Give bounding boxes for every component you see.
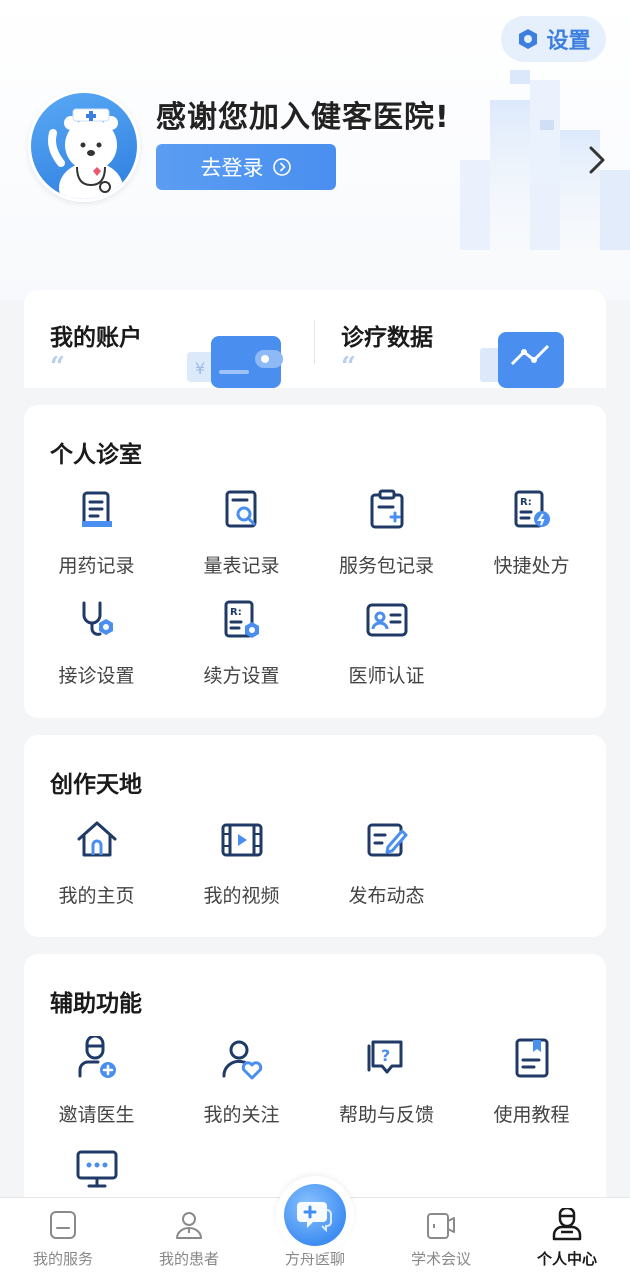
ark-chat-center-button[interactable]: [276, 1176, 354, 1254]
arrow-circle-icon: [272, 158, 291, 176]
tutorial-label: 使用教程: [493, 1104, 570, 1126]
publish-post-label: 发布动态: [348, 885, 425, 907]
service-package-entry[interactable]: 服务包记录: [314, 487, 459, 587]
chevron-right-icon[interactable]: [584, 144, 610, 176]
quote-icon: “: [341, 352, 356, 382]
tab-my-patients-label: 我的患者: [158, 1250, 219, 1268]
bear-doctor-avatar-icon: [48, 108, 123, 199]
svg-text:R:: R:: [520, 497, 532, 508]
help-feedback-entry[interactable]: ? 帮助与反馈: [314, 1036, 459, 1136]
quick-prescription-icon: R:: [514, 490, 550, 528]
invite-doctor-icon: [78, 1036, 116, 1078]
follow-heart-icon: [222, 1040, 262, 1080]
doctor-certification-entry[interactable]: 医师认证: [314, 597, 459, 697]
svg-text:R:: R:: [230, 607, 242, 618]
medication-record-label: 用药记录: [58, 555, 135, 577]
service-icon: [50, 1211, 76, 1239]
tab-personal-center-label: 个人中心: [536, 1250, 597, 1268]
svg-text:?: ?: [381, 1046, 390, 1065]
creation-title: 创作天地: [50, 772, 142, 798]
message-screen-icon: [76, 1150, 117, 1188]
quick-prescription-entry[interactable]: R: 快捷处方: [459, 487, 604, 587]
invite-doctor-entry[interactable]: 邀请医生: [24, 1036, 169, 1136]
my-follow-label: 我的关注: [203, 1104, 280, 1126]
tab-personal-center[interactable]: 个人中心: [504, 1198, 630, 1280]
hexagon-settings-icon: [519, 29, 538, 49]
my-homepage-label: 我的主页: [58, 885, 135, 907]
scale-record-entry[interactable]: 量表记录: [169, 487, 314, 587]
diagnosis-data-entry[interactable]: 诊疗数据 “: [315, 290, 606, 388]
renewal-settings-entry[interactable]: R: 续方设置: [169, 597, 314, 697]
personal-clinic-card: 个人诊室 用药记录 量表记录 服务包记录 R: 快捷处方 接诊设置 R: 续方设…: [24, 405, 606, 718]
help-feedback-label: 帮助与反馈: [338, 1104, 434, 1126]
my-account-entry[interactable]: 我的账户 “ ¥: [24, 290, 315, 388]
creation-card: 创作天地 我的主页 我的视频 发布动态: [24, 735, 606, 937]
publish-post-entry[interactable]: 发布动态: [314, 817, 459, 917]
my-video-entry[interactable]: 我的视频: [169, 817, 314, 917]
help-feedback-icon: ?: [367, 1040, 402, 1074]
patient-icon: [176, 1212, 202, 1239]
personal-clinic-title: 个人诊室: [50, 442, 142, 468]
tab-my-service-label: 我的服务: [32, 1250, 93, 1268]
home-icon: [77, 821, 116, 857]
settings-label: 设置: [546, 29, 591, 54]
doctor-certification-label: 医师认证: [348, 665, 425, 687]
login-label: 去登录: [200, 156, 264, 180]
profile-header: 设置 感谢您加入健客医院! 去登录: [0, 0, 630, 300]
tab-my-service[interactable]: 我的服务: [0, 1198, 126, 1280]
tab-academic-meeting-label: 学术会议: [410, 1250, 471, 1268]
meeting-video-icon: [427, 1213, 455, 1239]
profile-icon: [552, 1208, 582, 1241]
my-video-label: 我的视频: [203, 885, 280, 907]
wallet-icon: ¥: [187, 336, 283, 388]
scale-record-icon: [225, 490, 256, 528]
medication-record-icon: [81, 491, 112, 527]
renewal-settings-label: 续方设置: [203, 665, 280, 687]
svg-text:¥: ¥: [195, 359, 205, 378]
ark-chat-bubble: [284, 1184, 346, 1246]
tutorial-book-icon: [515, 1038, 548, 1078]
chart-board-icon: [480, 332, 564, 388]
tab-academic-meeting[interactable]: 学术会议: [378, 1198, 504, 1280]
invite-doctor-label: 邀请医生: [58, 1104, 135, 1126]
assist-card: 辅助功能 邀请医生 我的关注 ? 帮助与反馈 使用教程: [24, 954, 606, 1214]
stethoscope-settings-label: 接诊设置: [58, 665, 135, 687]
login-button[interactable]: 去登录: [156, 144, 336, 190]
summary-card: 我的账户 “ ¥ 诊疗数据 “: [24, 290, 606, 388]
edit-post-icon: [367, 823, 407, 857]
diagnosis-data-title: 诊疗数据: [341, 325, 433, 351]
scale-record-label: 量表记录: [203, 555, 280, 577]
my-follow-entry[interactable]: 我的关注: [169, 1036, 314, 1136]
renewal-settings-icon: R:: [224, 600, 259, 638]
quote-icon: “: [50, 352, 65, 382]
my-homepage-entry[interactable]: 我的主页: [24, 817, 169, 917]
medication-record-entry[interactable]: 用药记录: [24, 487, 169, 587]
my-account-title: 我的账户: [50, 325, 142, 351]
welcome-text: 感谢您加入健客医院!: [156, 100, 450, 135]
service-package-label: 服务包记录: [338, 555, 434, 577]
tab-my-patients[interactable]: 我的患者: [126, 1198, 252, 1280]
quick-prescription-label: 快捷处方: [493, 555, 570, 577]
doctor-certification-icon: [366, 603, 407, 637]
stethoscope-settings-icon: [82, 601, 113, 636]
tutorial-entry[interactable]: 使用教程: [459, 1036, 604, 1136]
service-package-icon: [370, 489, 403, 529]
settings-button[interactable]: 设置: [501, 16, 606, 62]
stethoscope-settings-entry[interactable]: 接诊设置: [24, 597, 169, 697]
assist-title: 辅助功能: [50, 991, 142, 1017]
chat-bubble-icon: [297, 1202, 332, 1232]
video-icon: [221, 823, 262, 857]
avatar[interactable]: [28, 90, 140, 202]
